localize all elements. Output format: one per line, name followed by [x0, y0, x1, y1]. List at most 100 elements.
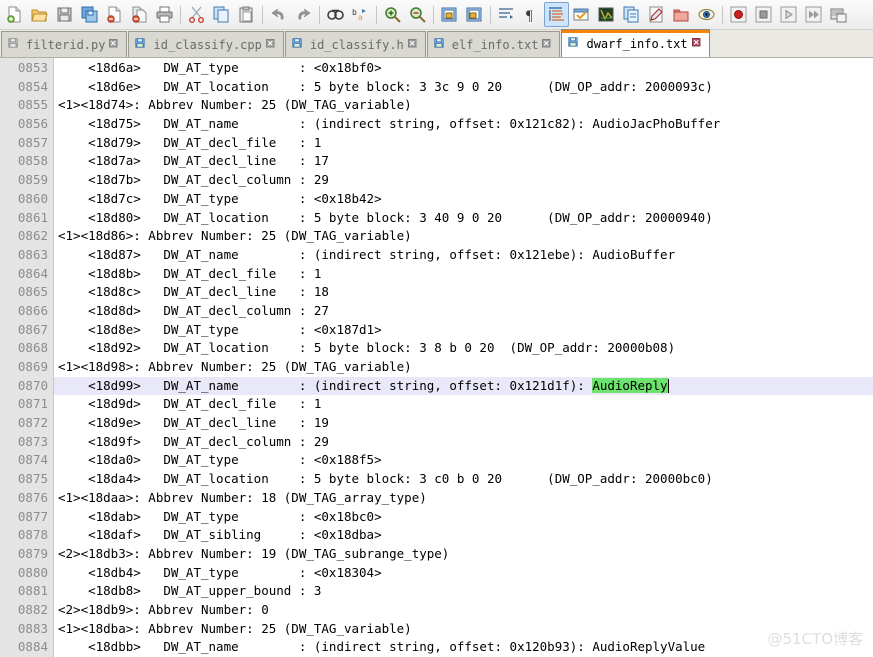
code-line[interactable]: <18dbb> DW_AT_name : (indirect string, o… [54, 638, 873, 657]
app-window: b a ¶ filterid.py id_classify.cpp id_classif… [0, 0, 873, 657]
code-line[interactable]: <18d79> DW_AT_decl_file : 1 [54, 134, 873, 153]
code-line[interactable]: <18da0> DW_AT_type : <0x188f5> [54, 451, 873, 470]
editor-area[interactable]: 0853 0854 0855 0856 0857 0858 0859 0860 0861 0862… [0, 58, 873, 657]
code-line[interactable]: <18d7b> DW_AT_decl_column : 29 [54, 171, 873, 190]
line-number: 0865 [17, 284, 48, 300]
tab-elf-info-txt[interactable]: elf_info.txt [426, 31, 561, 57]
close-icon[interactable] [542, 38, 554, 51]
line-number: 0878 [17, 527, 48, 543]
sync-horizontal-scroll-icon[interactable] [462, 2, 487, 27]
save-icon[interactable] [52, 2, 77, 27]
code-line[interactable]: <18daf> DW_AT_sibling : <0x18dba> [54, 526, 873, 545]
code-line[interactable]: <18d75> DW_AT_name : (indirect string, o… [54, 115, 873, 134]
document-map-icon[interactable] [594, 2, 619, 27]
folder-as-workspace-icon[interactable] [669, 2, 694, 27]
code-line-text: <18d8d> DW_AT_decl_column : 27 [58, 302, 329, 318]
code-line[interactable]: <18db4> DW_AT_type : <0x18304> [54, 564, 873, 583]
open-file-icon[interactable] [27, 2, 52, 27]
toolbar-separator [262, 5, 263, 24]
floppy-blue-icon [434, 38, 447, 51]
print-icon[interactable] [152, 2, 177, 27]
code-line[interactable]: <18d9d> DW_AT_decl_file : 1 [54, 395, 873, 414]
line-number: 0864 [17, 265, 48, 281]
close-icon[interactable] [109, 38, 121, 51]
code-line[interactable]: <18d7c> DW_AT_type : <0x18b42> [54, 190, 873, 209]
code-line[interactable]: <18da4> DW_AT_location : 5 byte block: 3… [54, 470, 873, 489]
function-list-icon[interactable] [619, 2, 644, 27]
replace-icon[interactable]: ba [348, 2, 373, 27]
line-number: 0879 [17, 545, 48, 561]
floppy-blue-icon [292, 38, 305, 51]
close-icon[interactable] [265, 38, 278, 51]
selected-text: AudioReply [592, 377, 668, 393]
code-line[interactable]: <1><18d98>: Abbrev Number: 25 (DW_TAG_va… [54, 358, 873, 377]
playback-macro-icon[interactable] [776, 2, 801, 27]
undo-icon[interactable] [266, 2, 291, 27]
code-line-text: <18da4> DW_AT_location : 5 byte block: 3… [58, 471, 713, 487]
close-icon[interactable] [691, 37, 704, 50]
close-icon[interactable] [407, 38, 420, 51]
line-number: 0859 [17, 172, 48, 188]
show-all-characters-icon[interactable]: ¶ [519, 2, 544, 27]
code-line[interactable]: <18d6e> DW_AT_location : 5 byte block: 3… [54, 78, 873, 97]
tab-dwarf-info-txt[interactable]: dwarf_info.txt [561, 29, 710, 57]
edit-pencil-icon[interactable] [644, 2, 669, 27]
zoom-out-icon[interactable] [405, 2, 430, 27]
code-line[interactable]: <18d8c> DW_AT_decl_line : 18 [54, 283, 873, 302]
code-line[interactable]: <18d8e> DW_AT_type : <0x187d1> [54, 321, 873, 340]
line-number: 0869 [17, 359, 48, 374]
line-number: 0857 [17, 134, 48, 150]
code-line[interactable]: <1><18d86>: Abbrev Number: 25 (DW_TAG_va… [54, 227, 873, 246]
cut-icon[interactable] [184, 2, 209, 27]
monitoring-eye-icon[interactable] [694, 2, 719, 27]
tab-id-classify-cpp[interactable]: id_classify.cpp [128, 31, 284, 57]
code-line[interactable]: <18db8> DW_AT_upper_bound : 3 [54, 582, 873, 601]
floppy-blue-icon [568, 37, 581, 50]
code-line[interactable]: <2><18db3>: Abbrev Number: 19 (DW_TAG_su… [54, 545, 873, 564]
new-file-icon[interactable] [2, 2, 27, 27]
code-line[interactable]: <18d92> DW_AT_location : 5 byte block: 3… [54, 339, 873, 358]
code-line[interactable]: <1><18daa>: Abbrev Number: 18 (DW_TAG_ar… [54, 489, 873, 508]
stop-recording-icon[interactable] [751, 2, 776, 27]
copy-icon[interactable] [209, 2, 234, 27]
code-line[interactable]: <2><18db9>: Abbrev Number: 0 [54, 601, 873, 620]
tab-id-classify-h[interactable]: id_classify.h [284, 31, 426, 57]
word-wrap-icon[interactable] [494, 2, 519, 27]
close-all-files-icon[interactable] [127, 2, 152, 27]
line-number: 0858 [17, 153, 48, 169]
code-line[interactable]: <18d8d> DW_AT_decl_column : 27 [54, 302, 873, 321]
run-program-icon[interactable] [826, 2, 851, 27]
run-macro-multiple-icon[interactable] [801, 2, 826, 27]
user-defined-dialog-icon[interactable] [569, 2, 594, 27]
close-file-icon[interactable] [102, 2, 127, 27]
record-macro-icon[interactable] [726, 2, 751, 27]
line-number: 0872 [17, 415, 48, 431]
code-line[interactable]: <1><18d74>: Abbrev Number: 25 (DW_TAG_va… [54, 96, 873, 115]
code-line[interactable]: <18d7a> DW_AT_decl_line : 17 [54, 152, 873, 171]
redo-icon[interactable] [291, 2, 316, 27]
code-line[interactable]: <18d87> DW_AT_name : (indirect string, o… [54, 246, 873, 265]
code-line-text: <18d8c> DW_AT_decl_line : 18 [58, 284, 329, 300]
code-line[interactable]: <18dab> DW_AT_type : <0x18bc0> [54, 508, 873, 527]
tab-bar: filterid.py id_classify.cpp id_classify.h e… [0, 29, 873, 58]
code-line-text: <1><18d74>: Abbrev Number: 25 (DW_TAG_va… [58, 97, 412, 113]
code-line[interactable]: <18d9f> DW_AT_decl_column : 29 [54, 433, 873, 452]
code-line[interactable]: <18d99> DW_AT_name : (indirect string, o… [54, 376, 873, 396]
line-number: 0862 [17, 228, 48, 244]
tab-filterid-py[interactable]: filterid.py [1, 31, 128, 57]
code-line[interactable]: <18d9e> DW_AT_decl_line : 19 [54, 414, 873, 433]
code-line[interactable]: <18d6a> DW_AT_type : <0x18bf0> [54, 59, 873, 78]
show-indent-guide-icon[interactable] [544, 2, 569, 27]
svg-text:¶: ¶ [526, 8, 533, 23]
zoom-in-icon[interactable] [380, 2, 405, 27]
paste-icon[interactable] [234, 2, 259, 27]
code-text-area[interactable]: <18d6a> DW_AT_type : <0x18bf0> <18d6e> D… [54, 58, 873, 657]
code-line[interactable]: <18d8b> DW_AT_decl_file : 1 [54, 265, 873, 284]
find-icon[interactable] [323, 2, 348, 27]
save-all-icon[interactable] [77, 2, 102, 27]
sync-vertical-scroll-icon[interactable] [437, 2, 462, 27]
line-number: 0863 [17, 246, 48, 262]
line-number: 0867 [17, 321, 48, 337]
code-line[interactable]: <18d80> DW_AT_location : 5 byte block: 3… [54, 209, 873, 228]
code-line[interactable]: <1><18dba>: Abbrev Number: 25 (DW_TAG_va… [54, 620, 873, 639]
